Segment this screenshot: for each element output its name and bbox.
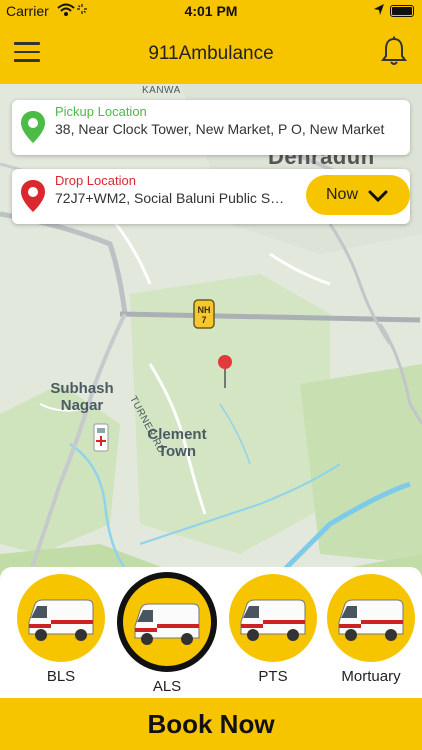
ambulance-icon bbox=[134, 603, 200, 645]
service-mortuary-label: Mortuary bbox=[341, 668, 401, 685]
service-mortuary-circle bbox=[327, 574, 415, 662]
service-bls[interactable]: BLS bbox=[16, 573, 106, 689]
chevron-down-icon bbox=[368, 190, 388, 202]
drop-pin-icon bbox=[21, 180, 45, 212]
pickup-pin-icon bbox=[21, 111, 45, 143]
service-bls-circle bbox=[17, 574, 105, 662]
location-arrow-icon bbox=[374, 4, 384, 15]
status-bar: Carrier 4:01 PM bbox=[0, 0, 422, 22]
pickup-location-card[interactable]: Pickup Location 38, Near Clock Tower, Ne… bbox=[12, 100, 410, 155]
service-selector: BLS ALS PTS Mortuary bbox=[0, 567, 422, 698]
bell-icon[interactable] bbox=[380, 36, 408, 68]
ambulance-icon bbox=[28, 599, 94, 641]
service-als[interactable]: ALS bbox=[116, 571, 218, 697]
service-pts-circle bbox=[229, 574, 317, 662]
book-now-button[interactable]: Book Now bbox=[0, 698, 422, 750]
book-now-label: Book Now bbox=[147, 709, 275, 739]
highway-label: NH 7 bbox=[197, 305, 211, 325]
service-als-circle bbox=[117, 572, 217, 672]
drop-label: Drop Location bbox=[55, 173, 136, 188]
ambulance-icon bbox=[338, 599, 404, 641]
service-bls-label: BLS bbox=[46, 668, 76, 685]
service-pts-label: PTS bbox=[258, 668, 288, 685]
app-title: 911Ambulance bbox=[148, 43, 274, 64]
pickup-address[interactable]: 38, Near Clock Tower, New Market, P O, N… bbox=[55, 121, 403, 137]
ambulance-icon bbox=[240, 599, 306, 641]
service-pts[interactable]: PTS bbox=[228, 573, 318, 689]
service-mortuary[interactable]: Mortuary bbox=[326, 573, 416, 689]
drop-address[interactable]: 72J7+WM2, Social Baluni Public School Ro… bbox=[55, 190, 287, 206]
pickup-label: Pickup Location bbox=[55, 104, 147, 119]
drop-location-card[interactable]: Drop Location 72J7+WM2, Social Baluni Pu… bbox=[12, 169, 410, 224]
app-header: 911Ambulance bbox=[0, 22, 422, 84]
map-label-subhash-nagar: Subhash Nagar bbox=[50, 380, 114, 414]
time-select-label: Now bbox=[326, 186, 359, 203]
time-select-button[interactable]: Now bbox=[306, 175, 410, 215]
battery-icon bbox=[390, 5, 414, 17]
status-time: 4:01 PM bbox=[184, 3, 238, 19]
map-label-kanwa: KANWA bbox=[142, 85, 181, 96]
service-als-label: ALS bbox=[152, 678, 182, 695]
